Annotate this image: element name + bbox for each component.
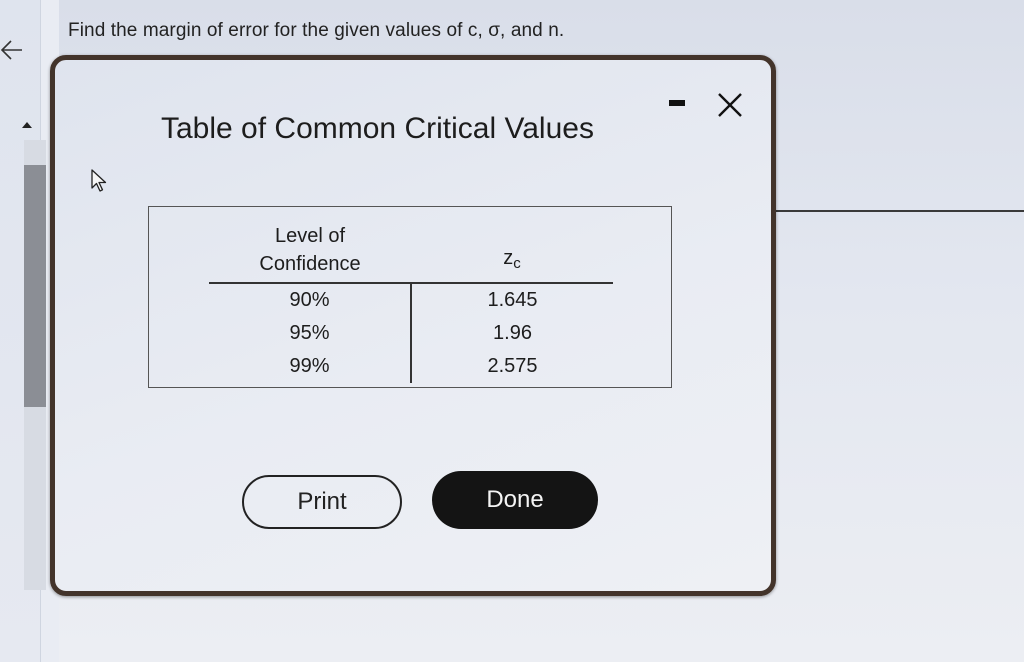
close-icon[interactable] [713, 88, 747, 122]
print-button[interactable]: Print [242, 475, 402, 529]
divider-line [775, 210, 1024, 212]
scroll-up-arrow-icon[interactable] [22, 122, 32, 128]
critical-value-header: zc [411, 217, 613, 284]
question-text: Find the margin of error for the given v… [68, 20, 565, 41]
table-row: 99% 2.575 [209, 350, 613, 383]
confidence-header-line1: Level of [274, 225, 346, 247]
confidence-header: Level of Confidence [209, 217, 411, 284]
back-arrow-icon[interactable] [0, 38, 24, 62]
confidence-cell: 95% [209, 317, 412, 350]
critical-value-subscript: c [513, 255, 521, 272]
confidence-header-line2: Confidence [259, 253, 361, 275]
table-header-row: Level of Confidence zc [209, 217, 613, 284]
confidence-cell: 99% [209, 350, 412, 383]
dialog-title: Table of Common Critical Values [161, 112, 594, 145]
critical-values-table: Level of Confidence zc 90% 1.645 95% 1.9… [209, 217, 613, 383]
critical-value-cell: 2.575 [487, 355, 538, 377]
table-row: 95% 1.96 [209, 317, 613, 350]
mouse-pointer-icon [91, 169, 107, 192]
confidence-cell: 90% [209, 283, 412, 317]
scrollbar-thumb[interactable] [24, 165, 46, 407]
minimize-icon[interactable] [669, 100, 685, 106]
critical-values-table-box: Level of Confidence zc 90% 1.645 95% 1.9… [148, 206, 672, 388]
table-row: 90% 1.645 [209, 283, 613, 317]
done-button[interactable]: Done [432, 471, 598, 529]
critical-value-cell: 1.645 [487, 289, 538, 311]
critical-values-dialog: Table of Common Critical Values Level of… [50, 55, 776, 596]
critical-value-cell: 1.96 [493, 322, 532, 344]
critical-value-symbol: z [503, 247, 514, 269]
